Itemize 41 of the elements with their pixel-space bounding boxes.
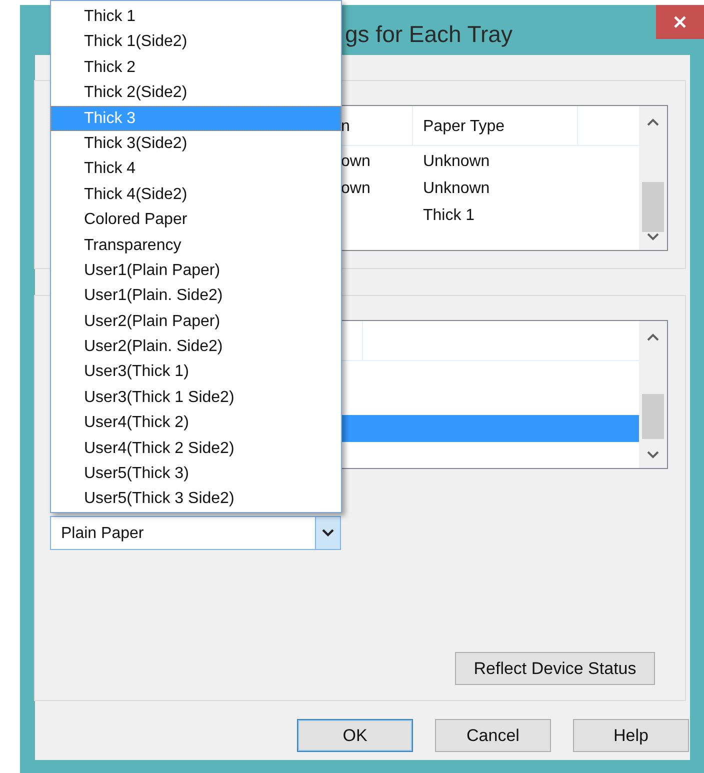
dropdown-button[interactable]: [315, 517, 340, 549]
paper-type-dropdown[interactable]: Plain Paper: [50, 516, 341, 550]
close-icon: [673, 15, 687, 29]
reflect-device-status-button[interactable]: Reflect Device Status: [455, 652, 655, 685]
table-cell: own: [341, 152, 370, 170]
dropdown-option[interactable]: Thick 2(Side2): [51, 80, 341, 106]
dropdown-option[interactable]: Thick 2: [51, 54, 341, 80]
dropdown-option[interactable]: User5(Thick 3 Side2): [51, 486, 341, 512]
window-title: gs for Each Tray: [345, 20, 512, 49]
scroll-up-icon[interactable]: [647, 118, 659, 126]
dropdown-option[interactable]: User4(Thick 2): [51, 410, 341, 436]
table-cell-text: Unknown: [422, 152, 490, 172]
dropdown-option[interactable]: User4(Thick 2 Side2): [51, 436, 341, 462]
dropdown-option[interactable]: Thick 1: [51, 4, 341, 30]
dropdown-option[interactable]: User5(Thick 3): [51, 461, 341, 486]
dropdown-option[interactable]: User3(Thick 1 Side2): [51, 384, 341, 410]
table-cell-text: Unknown: [422, 178, 490, 198]
column-header[interactable]: Paper Type: [413, 106, 578, 145]
scroll-down-icon[interactable]: [647, 451, 659, 459]
dropdown-option[interactable]: Thick 1(Side2): [51, 29, 341, 55]
dialog-button[interactable]: Cancel: [435, 719, 551, 752]
dropdown-option[interactable]: Colored Paper: [51, 207, 341, 233]
dropdown-option[interactable]: User3(Thick 1): [51, 359, 341, 385]
dropdown-option[interactable]: User2(Plain Paper): [51, 308, 341, 334]
scroll-up-icon[interactable]: [647, 333, 659, 341]
chevron-down-icon: [322, 529, 334, 537]
dropdown-option[interactable]: Thick 4(Side2): [51, 182, 341, 208]
dropdown-option[interactable]: User1(Plain. Side2): [51, 283, 341, 309]
scrollbar-thumb[interactable]: [642, 394, 664, 439]
close-button[interactable]: [656, 5, 704, 39]
dropdown-option[interactable]: Transparency: [51, 232, 341, 258]
dropdown-option[interactable]: User2(Plain. Side2): [51, 334, 341, 360]
dropdown-option[interactable]: User1(Plain Paper): [51, 258, 341, 284]
dialog-button[interactable]: OK: [297, 719, 413, 752]
dropdown-option[interactable]: Thick 3(Side2): [51, 130, 341, 156]
scroll-down-icon[interactable]: [647, 233, 659, 241]
dialog-button[interactable]: Help: [573, 719, 689, 752]
scrollbar-thumb[interactable]: [642, 182, 664, 232]
table-cell-text: Thick 1: [422, 206, 475, 226]
dropdown-option[interactable]: Thick 4: [51, 156, 341, 182]
table-cell: own: [341, 180, 370, 196]
